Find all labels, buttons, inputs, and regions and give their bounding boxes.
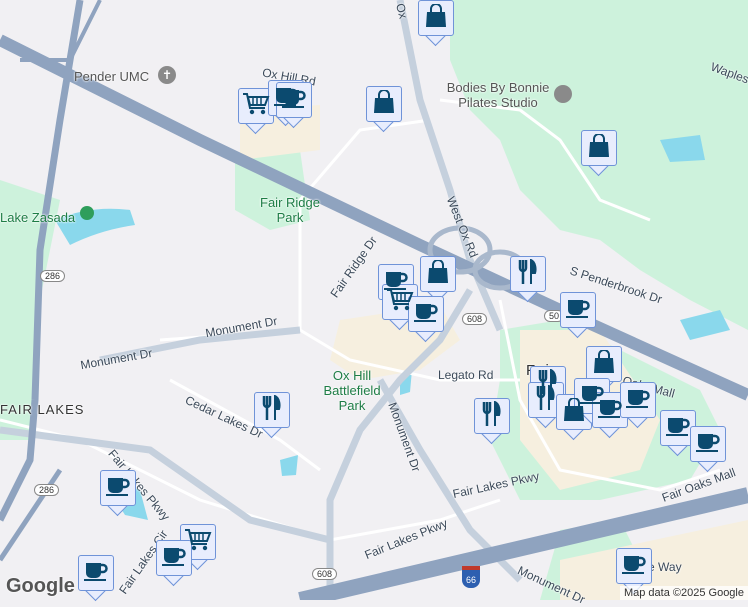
- church-icon[interactable]: ✝: [158, 66, 176, 84]
- restaurant-fork-knife-icon: [535, 384, 557, 416]
- coffee-cup-icon: [625, 387, 651, 414]
- coffee-cup-marker[interactable]: [78, 555, 114, 603]
- shopping-bag-icon: [373, 88, 395, 119]
- road-label: e Way: [648, 560, 682, 574]
- interstate-shield: 66: [462, 566, 480, 588]
- coffee-cup-icon: [413, 301, 439, 328]
- coffee-cup-marker[interactable]: [156, 540, 192, 588]
- shopping-bag-icon: [588, 132, 610, 163]
- poi-label[interactable]: Bodies By Bonnie Pilates Studio: [438, 80, 558, 110]
- marker-box: [78, 555, 114, 591]
- coffee-cup-icon: [161, 545, 187, 572]
- coffee-cup-marker[interactable]: [620, 382, 656, 430]
- marker-box: [510, 256, 546, 292]
- poi-label[interactable]: Pender UMC: [74, 69, 149, 84]
- coffee-cup-marker[interactable]: [592, 392, 628, 440]
- route-shield: 608: [312, 568, 338, 580]
- shopping-cart-icon: [242, 92, 270, 121]
- shopping-bag-icon: [427, 258, 449, 289]
- marker-box: [616, 548, 652, 584]
- shopping-bag-marker[interactable]: [366, 86, 402, 134]
- restaurant-fork-knife-marker[interactable]: [474, 398, 510, 446]
- coffee-cup-marker[interactable]: [276, 82, 312, 130]
- marker-box: [408, 296, 444, 332]
- marker-box: [366, 86, 402, 122]
- marker-box: [254, 392, 290, 428]
- shopping-bag-icon: [593, 348, 615, 379]
- marker-box: [620, 382, 656, 418]
- google-logo: Google: [6, 575, 75, 597]
- coffee-cup-marker[interactable]: [100, 470, 136, 518]
- marker-box: [420, 256, 456, 292]
- shopping-bag-marker[interactable]: [418, 0, 454, 48]
- park-label: Lake Zasada: [0, 210, 76, 225]
- marker-box: [690, 426, 726, 462]
- park-label: Ox Hill Battlefield Park: [323, 368, 381, 413]
- shopping-bag-icon: [425, 2, 447, 33]
- marker-box: [418, 0, 454, 36]
- marker-box: [156, 540, 192, 576]
- coffee-cup-icon: [621, 553, 647, 580]
- restaurant-fork-knife-icon: [481, 400, 503, 432]
- map-attribution[interactable]: Map data ©2025 Google: [619, 586, 748, 600]
- coffee-cup-marker[interactable]: [560, 292, 596, 340]
- marker-box: [560, 292, 596, 328]
- marker-box: [474, 398, 510, 434]
- coffee-cup-icon: [105, 475, 131, 502]
- coffee-cup-icon: [83, 560, 109, 587]
- shopping-cart-marker[interactable]: [238, 88, 274, 136]
- coffee-cup-marker[interactable]: [690, 426, 726, 474]
- restaurant-fork-knife-icon: [261, 394, 283, 426]
- coffee-cup-icon: [281, 87, 307, 114]
- route-shield: 286: [34, 484, 60, 496]
- marker-box: [586, 346, 622, 382]
- restaurant-fork-knife-icon: [517, 258, 539, 290]
- coffee-cup-marker[interactable]: [408, 296, 444, 344]
- coffee-cup-icon: [665, 415, 691, 442]
- marker-box: [581, 130, 617, 166]
- coffee-cup-icon: [695, 431, 721, 458]
- marker-box: [276, 82, 312, 118]
- park-pin-icon: [80, 206, 94, 220]
- route-shield: 286: [40, 270, 66, 282]
- coffee-cup-icon: [565, 297, 591, 324]
- area-label: FAIR LAKES: [0, 402, 85, 417]
- route-shield: 608: [462, 313, 488, 325]
- restaurant-fork-knife-marker[interactable]: [510, 256, 546, 304]
- shopping-bag-marker[interactable]: [581, 130, 617, 178]
- road-label: Legato Rd: [438, 368, 494, 382]
- poi-pin-icon[interactable]: [554, 85, 572, 103]
- marker-box: [100, 470, 136, 506]
- park-label: Fair Ridge Park: [260, 195, 320, 225]
- restaurant-fork-knife-marker[interactable]: [254, 392, 290, 440]
